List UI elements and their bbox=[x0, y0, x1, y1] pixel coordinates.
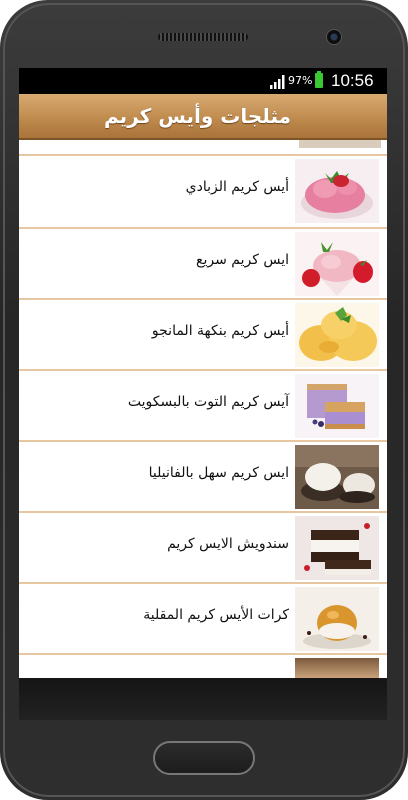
list-item[interactable]: أيس كريم الزبادي bbox=[19, 156, 387, 227]
status-bar: 97% 10:56 bbox=[19, 68, 387, 94]
vanilla-ice-cream-image bbox=[295, 445, 379, 509]
mango-ice-cream-image bbox=[295, 303, 379, 367]
item-label: ايس كريم سريع bbox=[196, 252, 289, 268]
list-divider bbox=[19, 653, 387, 655]
signal-icon bbox=[270, 75, 285, 89]
phone-frame: 97% 10:56 مثلجات وأيس كريم أيس كريم الزب… bbox=[0, 0, 408, 800]
berry-biscuit-ice-cream-image bbox=[295, 374, 379, 438]
list-item[interactable]: سندويش الايس كريم bbox=[19, 513, 387, 584]
item-label: كرات الأيس كريم المقلية bbox=[143, 607, 289, 623]
list-item[interactable]: ايس كريم سريع bbox=[19, 229, 387, 300]
next-item-thumbnail-edge bbox=[295, 658, 379, 678]
status-clock: 10:56 bbox=[331, 71, 374, 90]
item-label: أيس كريم بنكهة المانجو bbox=[151, 323, 289, 339]
strawberry-ice-cream-image bbox=[295, 232, 379, 296]
earpiece-speaker bbox=[158, 33, 248, 41]
navigation-bar-area bbox=[19, 678, 387, 720]
screen: 97% 10:56 مثلجات وأيس كريم أيس كريم الزب… bbox=[19, 68, 387, 720]
previous-item-thumbnail-edge bbox=[299, 140, 381, 148]
app-title: مثلجات وأيس كريم bbox=[104, 104, 291, 128]
home-button[interactable] bbox=[153, 741, 255, 775]
item-label: سندويش الايس كريم bbox=[167, 536, 289, 552]
front-camera bbox=[326, 29, 342, 45]
recipe-list[interactable]: أيس كريم الزبادي ايس كريم سريع أيس كريم … bbox=[19, 140, 387, 678]
battery-percentage: 97% bbox=[288, 74, 313, 87]
item-label: أيس كريم الزبادي bbox=[185, 179, 289, 195]
battery-icon bbox=[315, 71, 323, 88]
list-item[interactable]: أيس كريم بنكهة المانجو bbox=[19, 300, 387, 371]
strawberry-yogurt-ice-cream-image bbox=[295, 159, 379, 223]
fried-ice-cream-balls-image bbox=[295, 587, 379, 651]
ice-cream-sandwich-image bbox=[295, 516, 379, 580]
list-item[interactable]: آيس كريم التوت بالبسكويت bbox=[19, 371, 387, 442]
item-label: ايس كريم سهل بالفانيليا bbox=[148, 465, 289, 481]
item-label: آيس كريم التوت بالبسكويت bbox=[127, 394, 289, 410]
action-bar: مثلجات وأيس كريم bbox=[19, 94, 387, 140]
list-item[interactable]: ايس كريم سهل بالفانيليا bbox=[19, 442, 387, 513]
list-item[interactable]: كرات الأيس كريم المقلية bbox=[19, 584, 387, 655]
